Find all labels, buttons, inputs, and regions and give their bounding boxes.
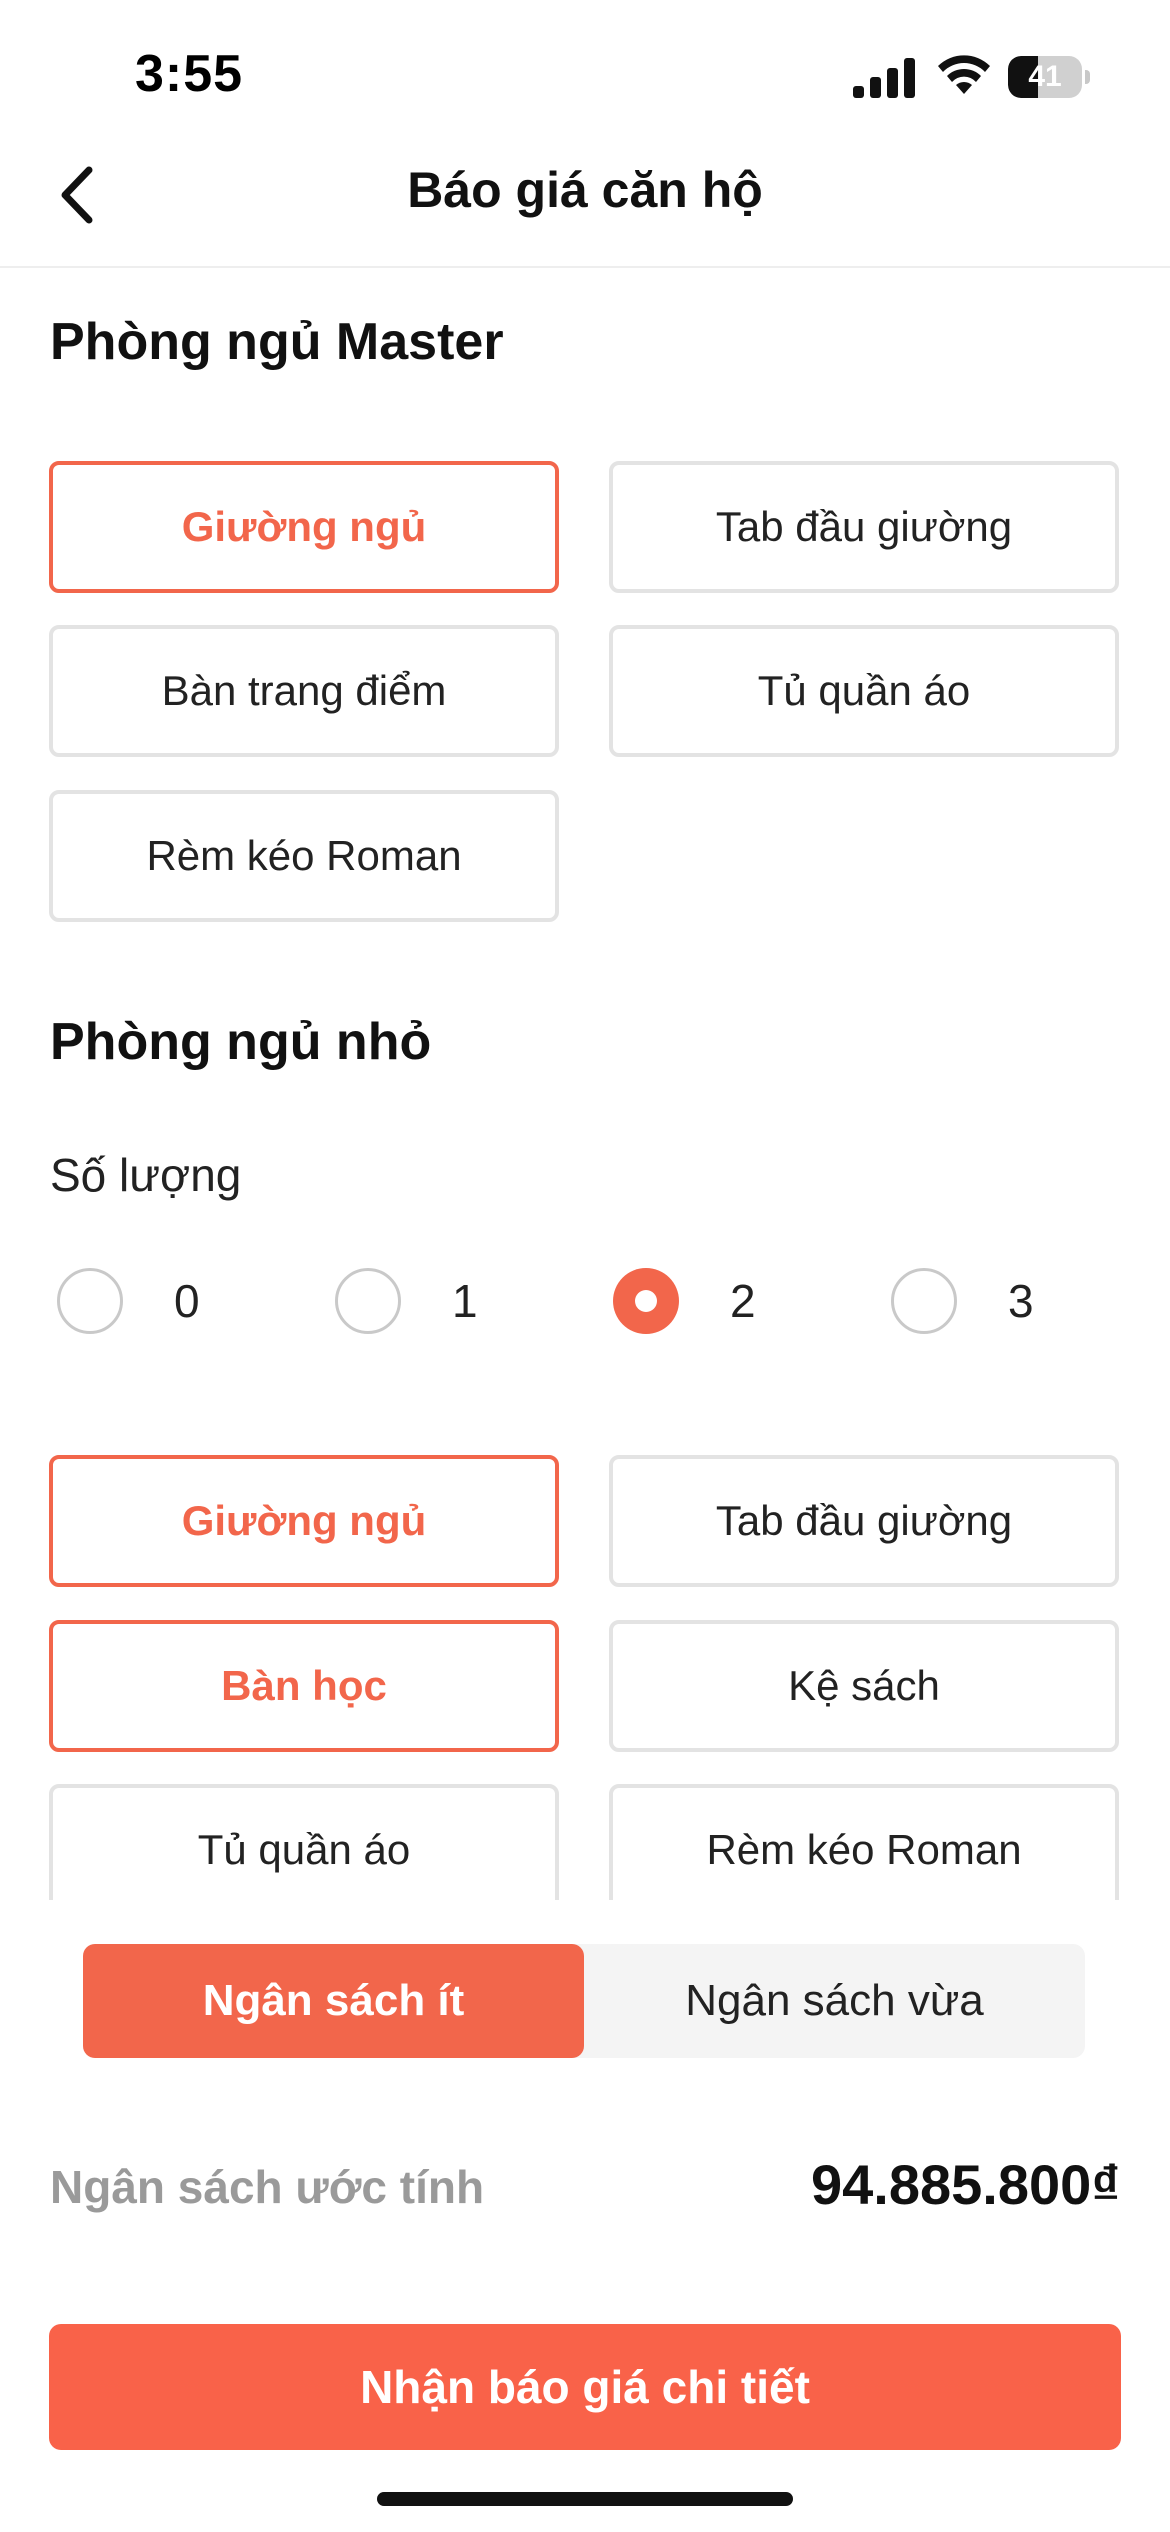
- master-item-bed[interactable]: Giường ngủ: [49, 461, 559, 593]
- master-item-wardrobe[interactable]: Tủ quần áo: [609, 625, 1119, 757]
- master-item-vanity[interactable]: Bàn trang điểm: [49, 625, 559, 757]
- budget-toggle: Ngân sách ít Ngân sách vừa: [83, 1944, 1085, 2058]
- quantity-label: Số lượng: [50, 1149, 242, 1201]
- radio-label: 1: [452, 1275, 478, 1327]
- small-item-bedside-table[interactable]: Tab đầu giường: [609, 1455, 1119, 1587]
- home-indicator: [377, 2492, 793, 2506]
- status-bar: 3:55 41: [0, 0, 1170, 140]
- small-item-bed[interactable]: Giường ngủ: [49, 1455, 559, 1587]
- nav-header: Báo giá căn hộ: [0, 140, 1170, 268]
- quantity-option-3[interactable]: 3: [891, 1266, 1121, 1336]
- section-title-small-bedroom: Phòng ngủ nhỏ: [50, 1013, 432, 1071]
- small-item-wardrobe[interactable]: Tủ quần áo: [49, 1784, 559, 1900]
- status-time: 3:55: [135, 45, 244, 103]
- screen: 3:55 41 Báo giá căn hộ Phòng ngủ Master …: [0, 0, 1170, 2532]
- section-title-master-bedroom: Phòng ngủ Master: [50, 313, 504, 371]
- wifi-icon: [938, 55, 990, 94]
- radio-circle-checked: [613, 1268, 679, 1334]
- quantity-option-1[interactable]: 1: [335, 1266, 565, 1336]
- small-item-roman-blind[interactable]: Rèm kéo Roman: [609, 1784, 1119, 1900]
- estimate-label: Ngân sách ước tính: [50, 2161, 485, 2213]
- quantity-option-0[interactable]: 0: [57, 1266, 287, 1336]
- back-button[interactable]: [40, 158, 114, 232]
- radio-label: 0: [174, 1275, 200, 1327]
- master-item-roman-blind[interactable]: Rèm kéo Roman: [49, 790, 559, 922]
- radio-label: 2: [730, 1275, 756, 1327]
- radio-circle: [891, 1268, 957, 1334]
- radio-circle: [335, 1268, 401, 1334]
- chevron-left-icon: [61, 166, 93, 224]
- estimate-value: 94.885.800₫: [810, 2153, 1120, 2216]
- page-title: Báo giá căn hộ: [407, 162, 763, 218]
- radio-label: 3: [1008, 1275, 1034, 1327]
- battery-icon: 41: [1008, 56, 1090, 98]
- scroll-content[interactable]: Phòng ngủ Master Giường ngủ Tab đầu giườ…: [0, 270, 1170, 1900]
- radio-circle: [57, 1268, 123, 1334]
- get-detailed-quote-button[interactable]: Nhận báo giá chi tiết: [49, 2324, 1121, 2450]
- master-item-bedside-table[interactable]: Tab đầu giường: [609, 461, 1119, 593]
- small-item-bookshelf[interactable]: Kệ sách: [609, 1620, 1119, 1752]
- budget-option-medium[interactable]: Ngân sách vừa: [584, 1944, 1085, 2058]
- battery-percentage: 41: [1028, 60, 1062, 93]
- quantity-option-2[interactable]: 2: [613, 1266, 843, 1336]
- small-item-desk[interactable]: Bàn học: [49, 1620, 559, 1752]
- budget-option-low[interactable]: Ngân sách ít: [83, 1944, 584, 2058]
- cellular-signal-icon: [853, 58, 915, 98]
